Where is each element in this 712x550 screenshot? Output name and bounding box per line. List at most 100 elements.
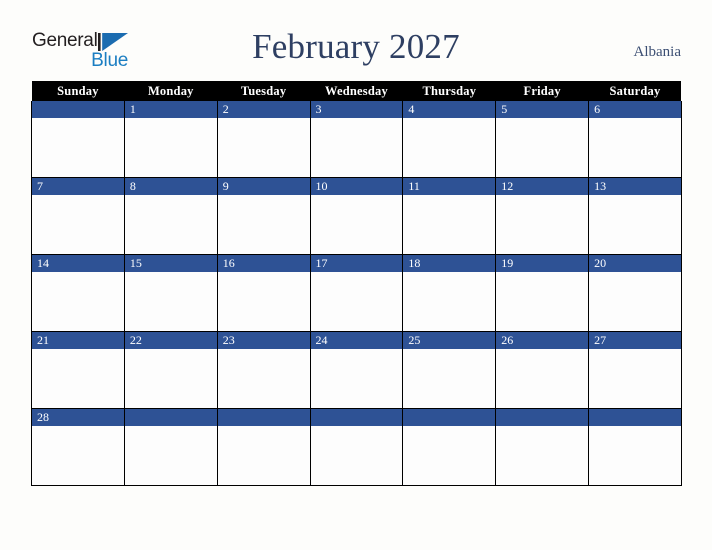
- day-number: 19: [496, 255, 589, 272]
- day-note-area[interactable]: [589, 272, 681, 331]
- day-note-area[interactable]: [589, 426, 681, 485]
- day-note-area[interactable]: [310, 349, 403, 408]
- weekday-header-saturday: Saturday: [588, 81, 682, 101]
- calendar-day-cell[interactable]: 24: [309, 331, 404, 409]
- day-note-area[interactable]: [403, 195, 496, 254]
- day-note-area[interactable]: [403, 272, 496, 331]
- calendar-day-cell[interactable]: 1: [123, 101, 218, 178]
- day-note-area[interactable]: [124, 349, 217, 408]
- day-note-area[interactable]: [403, 426, 496, 485]
- day-number: 7: [32, 178, 124, 195]
- day-note-area[interactable]: [496, 426, 589, 485]
- weekday-header-tuesday: Tuesday: [217, 81, 311, 101]
- day-note-area[interactable]: [32, 118, 124, 177]
- calendar-day-cell[interactable]: 28: [31, 408, 125, 486]
- page-header: General Blue February 2027 Albania: [0, 0, 712, 80]
- day-note-area[interactable]: [32, 426, 124, 485]
- day-number: [217, 409, 310, 426]
- calendar-day-cell[interactable]: 10: [309, 177, 404, 255]
- calendar-day-cell[interactable]: [588, 408, 682, 486]
- calendar-day-cell[interactable]: 25: [402, 331, 497, 409]
- calendar-day-cell[interactable]: 12: [495, 177, 590, 255]
- day-note-area[interactable]: [217, 118, 310, 177]
- day-note-area[interactable]: [32, 349, 124, 408]
- day-note-area[interactable]: [217, 349, 310, 408]
- calendar-day-cell[interactable]: [402, 408, 497, 486]
- day-note-area[interactable]: [124, 272, 217, 331]
- calendar-day-cell[interactable]: 8: [123, 177, 218, 255]
- calendar-day-cell[interactable]: 17: [309, 254, 404, 332]
- calendar-day-cell[interactable]: 16: [216, 254, 311, 332]
- calendar-day-cell[interactable]: 26: [495, 331, 590, 409]
- day-note-area[interactable]: [403, 118, 496, 177]
- day-note-area[interactable]: [310, 272, 403, 331]
- weekday-header-sunday: Sunday: [31, 81, 125, 101]
- day-note-area[interactable]: [310, 426, 403, 485]
- calendar-week-row: 21 22 23 24 25 26 27: [31, 331, 682, 409]
- day-number: 6: [589, 101, 681, 118]
- day-note-area[interactable]: [32, 272, 124, 331]
- calendar-day-cell[interactable]: 4: [402, 101, 497, 178]
- day-note-area[interactable]: [589, 349, 681, 408]
- day-note-area[interactable]: [496, 195, 589, 254]
- calendar-day-cell[interactable]: 21: [31, 331, 125, 409]
- calendar-week-row: 7 8 9 10 11 12 13: [31, 177, 682, 255]
- day-number: 18: [403, 255, 496, 272]
- calendar-day-cell[interactable]: 6: [588, 101, 682, 178]
- calendar-day-cell[interactable]: 23: [216, 331, 311, 409]
- region-label: Albania: [633, 44, 681, 60]
- day-number: 26: [496, 332, 589, 349]
- day-note-area[interactable]: [496, 349, 589, 408]
- day-number: 23: [217, 332, 310, 349]
- calendar-day-cell[interactable]: 22: [123, 331, 218, 409]
- calendar-day-cell[interactable]: [31, 101, 125, 178]
- weekday-header-thursday: Thursday: [402, 81, 496, 101]
- day-note-area[interactable]: [32, 195, 124, 254]
- calendar-day-cell[interactable]: 2: [216, 101, 311, 178]
- calendar-day-cell[interactable]: 19: [495, 254, 590, 332]
- calendar-day-cell[interactable]: 13: [588, 177, 682, 255]
- day-note-area[interactable]: [589, 195, 681, 254]
- day-note-area[interactable]: [217, 426, 310, 485]
- calendar-day-cell[interactable]: 5: [495, 101, 590, 178]
- day-number: 27: [589, 332, 681, 349]
- day-note-area[interactable]: [589, 118, 681, 177]
- day-number: 15: [124, 255, 217, 272]
- day-note-area[interactable]: [310, 195, 403, 254]
- calendar-week-row: 14 15 16 17 18 19 20: [31, 254, 682, 332]
- day-note-area[interactable]: [403, 349, 496, 408]
- calendar-day-cell[interactable]: 18: [402, 254, 497, 332]
- calendar-day-cell[interactable]: 27: [588, 331, 682, 409]
- calendar-day-cell[interactable]: 7: [31, 177, 125, 255]
- day-number: 14: [32, 255, 124, 272]
- calendar-day-cell[interactable]: 15: [123, 254, 218, 332]
- calendar-day-cell[interactable]: 11: [402, 177, 497, 255]
- day-number: 22: [124, 332, 217, 349]
- calendar-page: General Blue February 2027 Albania Sunda…: [0, 0, 712, 550]
- calendar-body: 1 2 3 4 5 6 7 8 9 10 11 12 13 14 15 16 1…: [31, 101, 682, 486]
- calendar-day-cell[interactable]: [123, 408, 218, 486]
- calendar-day-cell[interactable]: 9: [216, 177, 311, 255]
- day-note-area[interactable]: [496, 272, 589, 331]
- day-note-area[interactable]: [496, 118, 589, 177]
- day-note-area[interactable]: [217, 272, 310, 331]
- day-number: 8: [124, 178, 217, 195]
- day-number: 11: [403, 178, 496, 195]
- calendar-weekday-header-row: Sunday Monday Tuesday Wednesday Thursday…: [31, 81, 682, 101]
- calendar-day-cell[interactable]: 14: [31, 254, 125, 332]
- day-note-area[interactable]: [124, 195, 217, 254]
- calendar-day-cell[interactable]: [216, 408, 311, 486]
- day-note-area[interactable]: [217, 195, 310, 254]
- calendar-day-cell[interactable]: [495, 408, 590, 486]
- day-note-area[interactable]: [310, 118, 403, 177]
- calendar-week-row: 1 2 3 4 5 6: [31, 101, 682, 178]
- calendar-table: Sunday Monday Tuesday Wednesday Thursday…: [31, 81, 682, 486]
- calendar-day-cell[interactable]: 3: [309, 101, 404, 178]
- day-note-area[interactable]: [124, 426, 217, 485]
- day-note-area[interactable]: [124, 118, 217, 177]
- day-number: 21: [32, 332, 124, 349]
- calendar-day-cell[interactable]: [309, 408, 404, 486]
- day-number: 2: [217, 101, 310, 118]
- calendar-day-cell[interactable]: 20: [588, 254, 682, 332]
- page-title: February 2027: [252, 27, 460, 66]
